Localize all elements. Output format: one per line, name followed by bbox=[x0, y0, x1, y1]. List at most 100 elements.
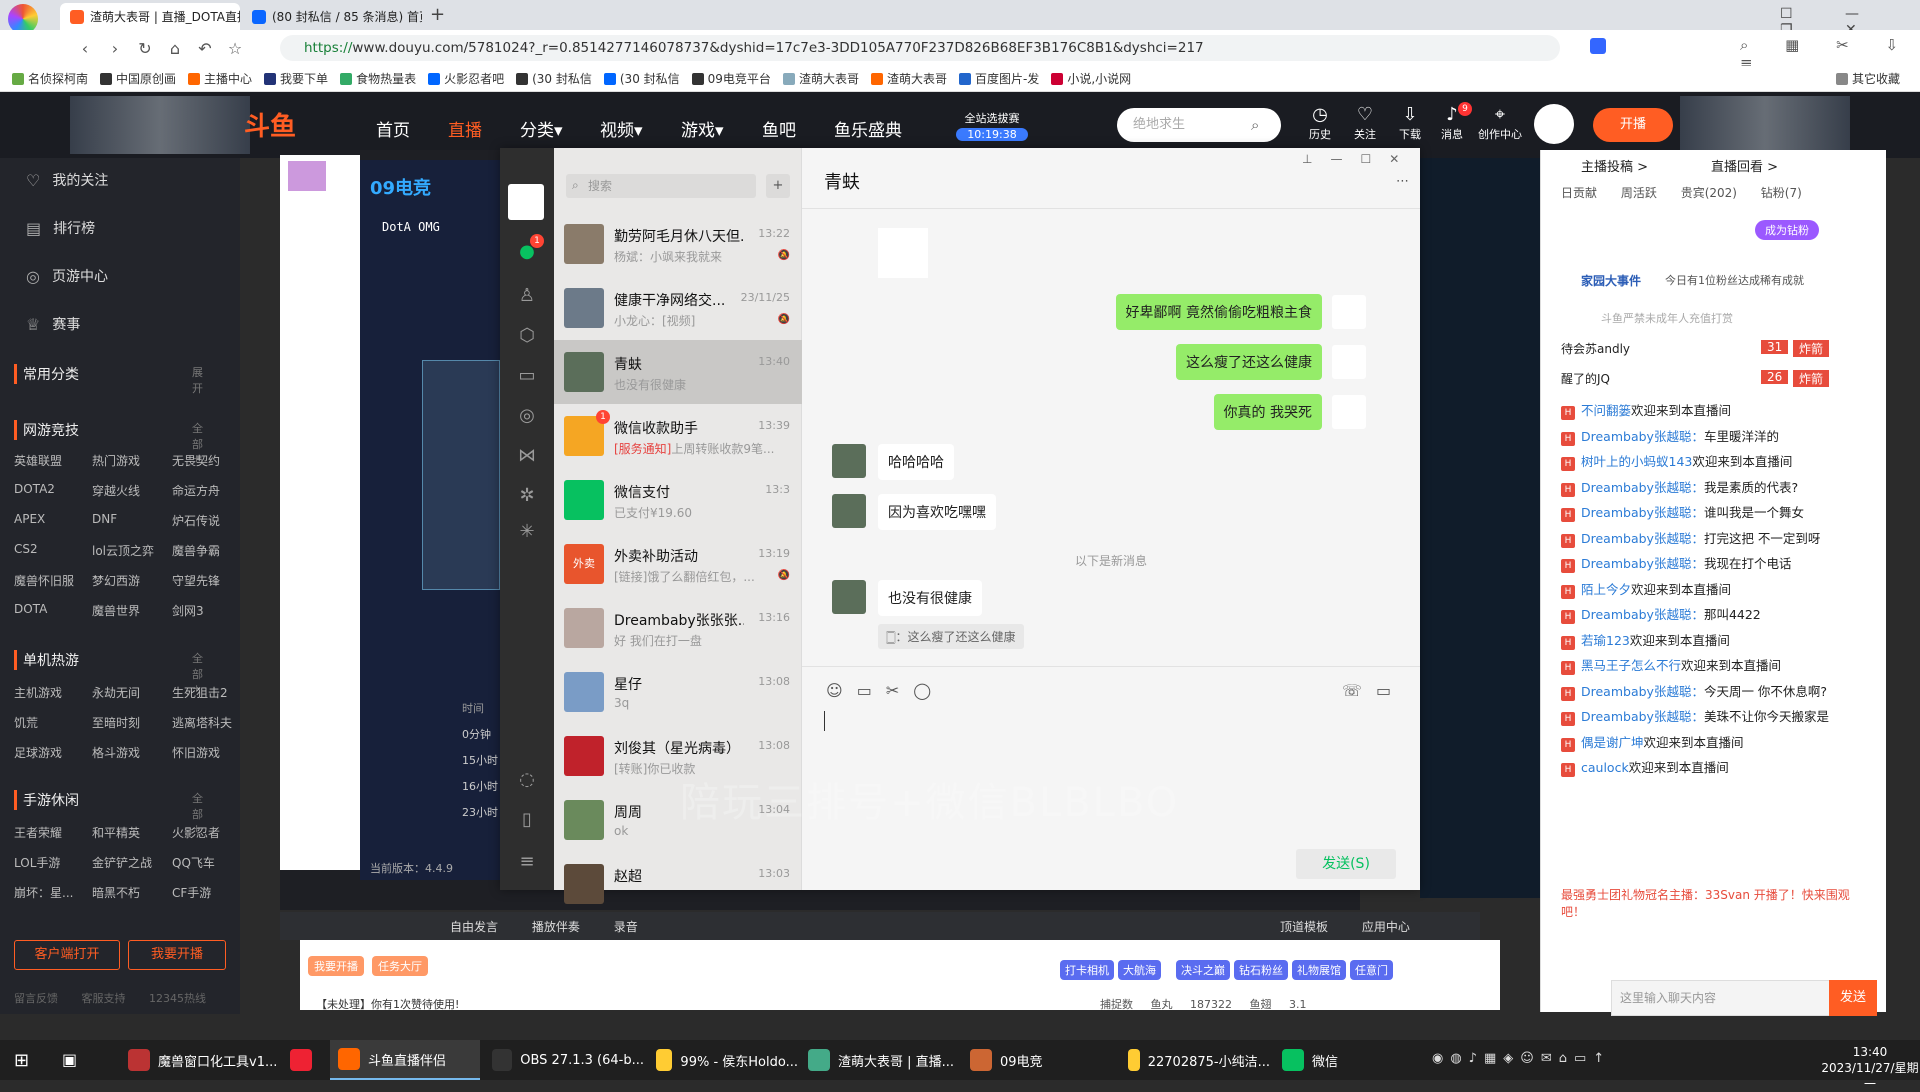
avatar[interactable] bbox=[832, 580, 866, 614]
bookmark-item[interactable]: 小说,小说网 bbox=[1051, 70, 1131, 87]
chat-username[interactable]: 不问翻篓 bbox=[1581, 403, 1631, 418]
client-open-button[interactable]: 客户端打开 bbox=[14, 940, 120, 970]
category-link[interactable]: 命运方舟 bbox=[172, 482, 220, 499]
search-input[interactable]: 搜索 bbox=[566, 174, 756, 198]
reload-icon[interactable]: ↻ bbox=[130, 39, 160, 58]
category-link[interactable]: CF手游 bbox=[172, 884, 211, 901]
category-link[interactable]: 足球游戏 bbox=[14, 744, 62, 761]
clock[interactable]: 13:40 2023/11/27/星期一 bbox=[1820, 1044, 1920, 1092]
bookmark-item[interactable]: 渣萌大表哥 bbox=[782, 70, 859, 87]
channels-icon[interactable]: ⋈ bbox=[515, 444, 539, 468]
douyu-logo[interactable]: 斗鱼 bbox=[244, 106, 296, 143]
category-link[interactable]: 魔兽争霸 bbox=[172, 542, 220, 559]
other-bookmarks[interactable]: 其它收藏 bbox=[1835, 70, 1900, 87]
chat-username[interactable]: Dreambaby张越聪： bbox=[1581, 505, 1704, 520]
category-link[interactable]: DOTA2 bbox=[14, 482, 55, 496]
creator-center-button[interactable]: ⌖ 创作中心 bbox=[1477, 104, 1523, 142]
game-entry[interactable]: 礼物展馆 bbox=[1292, 960, 1346, 980]
notice-text[interactable]: 【未处理】你有1次赞待使用! bbox=[316, 996, 459, 1012]
category-link[interactable]: 生死狙击2 bbox=[172, 684, 228, 701]
bookmark-item[interactable]: 渣萌大表哥 bbox=[870, 70, 947, 87]
mini-program-icon[interactable]: ✳ bbox=[515, 520, 539, 544]
category-link[interactable]: 梦幻西游 bbox=[92, 572, 140, 589]
forward-icon[interactable]: › bbox=[100, 39, 130, 58]
category-link[interactable]: 火影忍者 bbox=[172, 824, 220, 841]
category-link[interactable]: 格斗游戏 bbox=[92, 744, 140, 761]
section-single[interactable]: 单机热游 全部+ bbox=[14, 650, 203, 695]
avatar[interactable] bbox=[508, 184, 544, 220]
search-icon[interactable]: ✲ bbox=[515, 484, 539, 508]
moments-icon[interactable]: ◎ bbox=[515, 404, 539, 428]
obs-tool-labels-right[interactable]: 顶道模板 应用中心 bbox=[1280, 918, 1410, 935]
new-tab-button[interactable]: + bbox=[430, 4, 445, 25]
nav-yuba[interactable]: 鱼吧 bbox=[762, 116, 796, 141]
category-link[interactable]: CS2 bbox=[14, 542, 38, 556]
list-item[interactable]: 1 微信收款助手 13:39 [服务通知]上周转账收款9笔... bbox=[554, 404, 802, 468]
category-link[interactable]: 主机游戏 bbox=[14, 684, 62, 701]
chat-username[interactable]: Dreambaby张越聪： bbox=[1581, 429, 1704, 444]
tab-replay[interactable]: 直播回看 > bbox=[1711, 156, 1778, 175]
menu-icon[interactable]: ≡ bbox=[515, 850, 539, 874]
game-entry[interactable]: 打卡相机 bbox=[1060, 960, 1114, 980]
category-link[interactable]: 至暗时刻 bbox=[92, 714, 140, 731]
category-link[interactable]: 无畏契约 bbox=[172, 452, 220, 469]
bookmark-item[interactable]: 主播中心 bbox=[188, 70, 252, 87]
category-link[interactable]: 逃离塔科夫 bbox=[172, 714, 232, 731]
taskbar-app[interactable]: OBS 27.1.3 (64-b... bbox=[484, 1040, 644, 1080]
more-icon[interactable]: ⋯ bbox=[1396, 174, 1409, 189]
message-them[interactable]: 哈哈哈哈 bbox=[878, 444, 954, 480]
task-hall-widget[interactable]: 任务大厅 bbox=[372, 956, 428, 976]
game-entry[interactable]: 任意门 bbox=[1350, 960, 1393, 980]
message-me[interactable]: 这么瘦了还这么健康 bbox=[1176, 344, 1322, 380]
tab-douyu[interactable]: 渣萌大表哥 | 直播_DOTA直播✕ bbox=[60, 3, 240, 30]
taskbar-app[interactable]: 微信 bbox=[1274, 1040, 1374, 1080]
history-button[interactable]: ◷ 历史 bbox=[1300, 104, 1340, 142]
category-link[interactable]: 王者荣耀 bbox=[14, 824, 62, 841]
list-item[interactable]: 勤劳阿毛月休八天但... 13:22 杨斌：小飒来我就来 🔕 bbox=[554, 212, 802, 276]
category-link[interactable]: 热门游戏 bbox=[92, 452, 140, 469]
game-entry[interactable]: 大航海 bbox=[1118, 960, 1161, 980]
section-common[interactable]: 常用分类 展开 bbox=[14, 364, 203, 395]
category-link[interactable]: 怀旧游戏 bbox=[172, 744, 220, 761]
chat-send-button[interactable]: 发送 bbox=[1829, 980, 1877, 1016]
category-link[interactable]: LOL手游 bbox=[14, 854, 60, 871]
category-link[interactable]: lol云顶之弈 bbox=[92, 542, 154, 559]
chat-username[interactable]: Dreambaby张越聪： bbox=[1581, 684, 1704, 699]
taskbar-app[interactable]: 魔兽窗口化工具v1... bbox=[120, 1040, 280, 1080]
category-link[interactable]: 英雄联盟 bbox=[14, 452, 62, 469]
category-link[interactable]: APEX bbox=[14, 512, 45, 526]
list-item[interactable]: 外卖 外卖补助活动 13:19 [链接]饿了么翻倍红包，... 🔕 bbox=[554, 532, 802, 596]
avatar[interactable] bbox=[1534, 104, 1574, 144]
taskbar-app[interactable]: 99% - 侯东Holdo... bbox=[648, 1040, 798, 1080]
category-link[interactable]: 魔兽世界 bbox=[92, 602, 140, 619]
back-icon[interactable]: ‹ bbox=[70, 39, 100, 58]
message-them[interactable]: 也没有很健康 bbox=[878, 580, 982, 616]
sidebar-item-rank[interactable]: ▤ 排行榜 bbox=[26, 218, 95, 238]
sidebar-item-webgame[interactable]: ◎ 页游中心 bbox=[26, 266, 108, 286]
message-me[interactable]: 你真的 我哭死 bbox=[1213, 394, 1322, 430]
contacts-icon[interactable]: ♙ bbox=[515, 284, 539, 308]
chat-username[interactable]: 若瑜123 bbox=[1581, 633, 1630, 648]
nav-home[interactable]: 首页 bbox=[376, 116, 410, 141]
avatar[interactable] bbox=[1332, 345, 1366, 379]
bookmark-item[interactable]: 名侦探柯南 bbox=[12, 70, 88, 87]
list-item[interactable]: 健康干净网络交... 23/11/25 小龙心：[视频] 🔕 bbox=[554, 276, 802, 340]
category-link[interactable]: 崩坏：星... bbox=[14, 884, 73, 901]
taskbar-app[interactable]: 斗鱼直播伴侣 bbox=[330, 1040, 480, 1080]
nav-category[interactable]: 分类▾ bbox=[520, 116, 563, 141]
game-entry[interactable]: 决斗之巅 bbox=[1176, 960, 1230, 980]
category-link[interactable]: 暗黑不朽 bbox=[92, 884, 140, 901]
taskbar-app[interactable] bbox=[282, 1040, 322, 1080]
category-link[interactable]: 守望先锋 bbox=[172, 572, 220, 589]
become-fan-button[interactable]: 成为钻粉 bbox=[1755, 220, 1819, 240]
category-link[interactable]: 和平精英 bbox=[92, 824, 140, 841]
category-link[interactable]: 穿越火线 bbox=[92, 482, 140, 499]
download-button[interactable]: ⇩ 下载 bbox=[1390, 104, 1430, 142]
task-view-icon[interactable]: ▣ bbox=[62, 1050, 77, 1069]
avatar[interactable] bbox=[832, 444, 866, 478]
category-link[interactable]: QQ飞车 bbox=[172, 854, 215, 871]
add-button[interactable]: + bbox=[766, 174, 790, 198]
input-toolbar[interactable]: ☺▭✂◯ bbox=[826, 681, 945, 700]
sidebar-item-events[interactable]: ♕ 赛事 bbox=[26, 314, 80, 334]
bookmark-item[interactable]: 我要下单 bbox=[264, 70, 328, 87]
